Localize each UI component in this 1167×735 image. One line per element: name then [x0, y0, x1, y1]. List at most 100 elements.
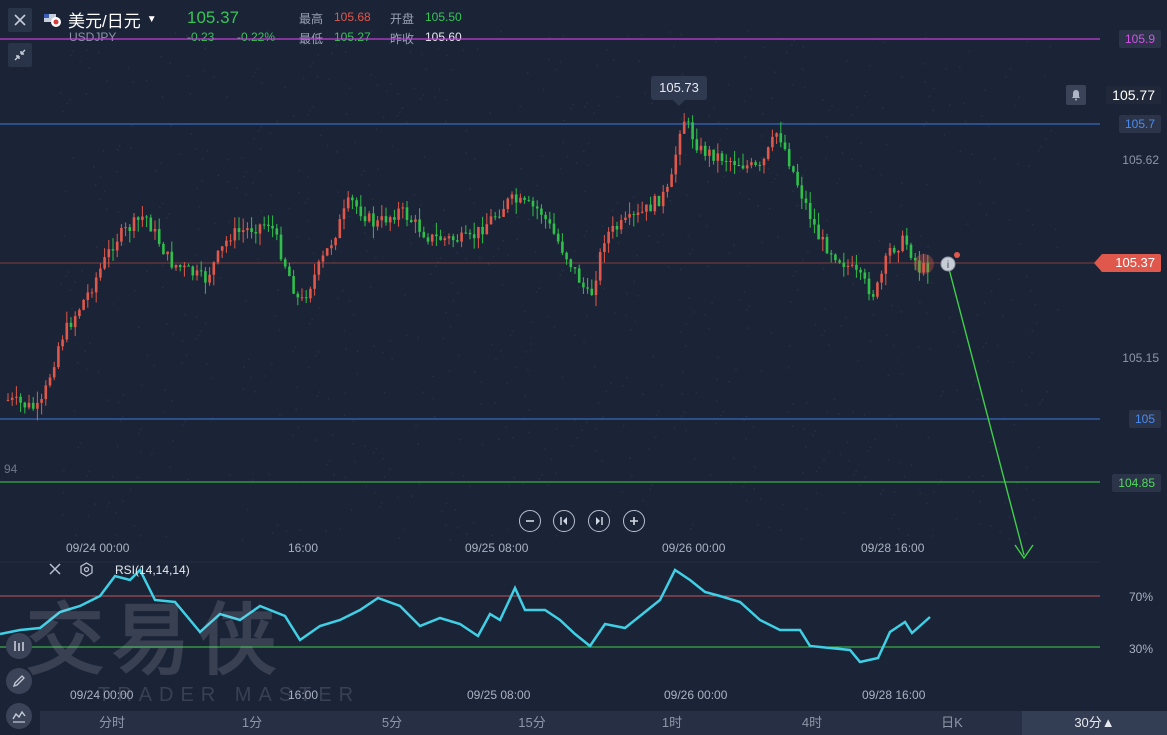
- map-dot: [622, 424, 625, 427]
- map-dot: [284, 86, 286, 89]
- candle-body: [380, 216, 384, 221]
- map-dot: [1013, 423, 1016, 426]
- rsi-indicator-label[interactable]: RSI(14,14,14): [115, 563, 190, 577]
- candle-body: [199, 270, 203, 272]
- map-dot: [94, 503, 97, 505]
- map-dot: [720, 414, 722, 417]
- map-dot: [259, 148, 262, 150]
- candle-body: [393, 217, 396, 220]
- map-dot: [367, 184, 370, 187]
- map-dot: [804, 445, 807, 448]
- map-dot: [153, 364, 155, 367]
- alert-price-tag[interactable]: 105.77: [1106, 86, 1161, 104]
- map-dot: [990, 525, 992, 528]
- map-dot: [928, 95, 931, 98]
- scroll-right-button[interactable]: [588, 510, 610, 532]
- timeframe-tick[interactable]: 分时: [80, 711, 144, 735]
- map-dot: [306, 113, 309, 116]
- map-dot: [210, 377, 213, 379]
- indicator-tool-button[interactable]: [6, 703, 32, 729]
- map-dot: [541, 154, 544, 157]
- map-dot: [613, 312, 616, 314]
- candle-body: [472, 234, 476, 239]
- pencil-tool-button[interactable]: [6, 668, 32, 694]
- candle-body: [292, 276, 295, 294]
- map-dot: [315, 354, 317, 357]
- scroll-left-button[interactable]: [553, 510, 575, 532]
- map-dot: [1031, 352, 1033, 354]
- map-dot: [919, 492, 922, 495]
- timeframe-daily[interactable]: 日K: [920, 711, 984, 735]
- map-dot: [964, 120, 967, 123]
- map-dot: [1039, 402, 1041, 405]
- rsi-close-button[interactable]: [48, 562, 64, 578]
- candle-body: [817, 224, 820, 240]
- map-dot: [434, 96, 436, 99]
- zoom-in-button[interactable]: [623, 510, 645, 532]
- zoom-out-button[interactable]: [519, 510, 541, 532]
- map-dot: [792, 274, 795, 277]
- map-dot: [242, 388, 245, 391]
- map-dot: [130, 125, 133, 127]
- map-dot: [982, 474, 984, 477]
- map-dot: [733, 244, 736, 247]
- map-dot: [376, 84, 379, 87]
- zoom-out-icon: [526, 520, 534, 522]
- candle-body: [703, 145, 707, 156]
- map-dot: [140, 428, 142, 431]
- candle-body: [905, 235, 909, 245]
- map-dot: [572, 103, 575, 106]
- timeframe-selected-30m[interactable]: 30分▲: [1022, 711, 1167, 735]
- map-dot: [60, 283, 63, 285]
- map-dot: [799, 156, 802, 159]
- candle-body: [267, 224, 270, 227]
- map-dot: [363, 170, 365, 172]
- map-dot: [186, 34, 188, 37]
- map-dot: [627, 226, 630, 229]
- map-dot: [410, 29, 412, 32]
- map-dot: [235, 187, 238, 190]
- timeframe-4h[interactable]: 4时: [780, 711, 844, 735]
- rsi-settings-button[interactable]: [79, 562, 95, 578]
- map-dot: [505, 426, 507, 429]
- drawing-tool-button[interactable]: [6, 633, 32, 659]
- map-dot: [1041, 398, 1044, 401]
- level-tag-green[interactable]: 104.85: [1112, 474, 1161, 492]
- map-dot: [445, 120, 447, 123]
- map-dot: [181, 424, 184, 426]
- map-dot: [102, 150, 105, 152]
- candle-body: [183, 265, 186, 268]
- level-tag-blue-lower[interactable]: 105: [1128, 410, 1161, 428]
- map-dot: [542, 88, 545, 91]
- map-dot: [94, 183, 97, 186]
- map-dot: [137, 326, 140, 328]
- map-dot: [185, 354, 188, 356]
- map-dot: [206, 150, 209, 152]
- map-dot: [525, 350, 528, 353]
- timeframe-1m[interactable]: 1分: [220, 711, 284, 735]
- map-dot: [647, 235, 650, 237]
- timeframe-1h[interactable]: 1时: [640, 711, 704, 735]
- level-tag-magenta[interactable]: 105.9: [1118, 30, 1161, 48]
- map-dot: [308, 322, 311, 325]
- bell-icon[interactable]: [1066, 85, 1086, 105]
- timeframe-5m[interactable]: 5分: [360, 711, 424, 735]
- map-dot: [168, 212, 170, 215]
- map-dot: [324, 530, 327, 532]
- map-dot: [976, 398, 979, 401]
- timeframe-15m[interactable]: 15分: [500, 711, 564, 735]
- candle-body: [619, 220, 623, 230]
- map-dot: [826, 410, 829, 413]
- map-dot: [413, 194, 416, 196]
- map-dot: [260, 125, 262, 128]
- map-dot: [363, 232, 366, 235]
- map-dot: [509, 334, 512, 337]
- watermark-logo: 交易侠: [26, 596, 285, 686]
- map-dot: [735, 368, 737, 371]
- map-dot: [378, 505, 381, 508]
- level-tag-blue-upper[interactable]: 105.7: [1118, 115, 1161, 133]
- map-dot: [515, 366, 518, 369]
- map-dot: [511, 436, 514, 439]
- candle-body: [897, 251, 900, 253]
- map-dot: [790, 43, 793, 46]
